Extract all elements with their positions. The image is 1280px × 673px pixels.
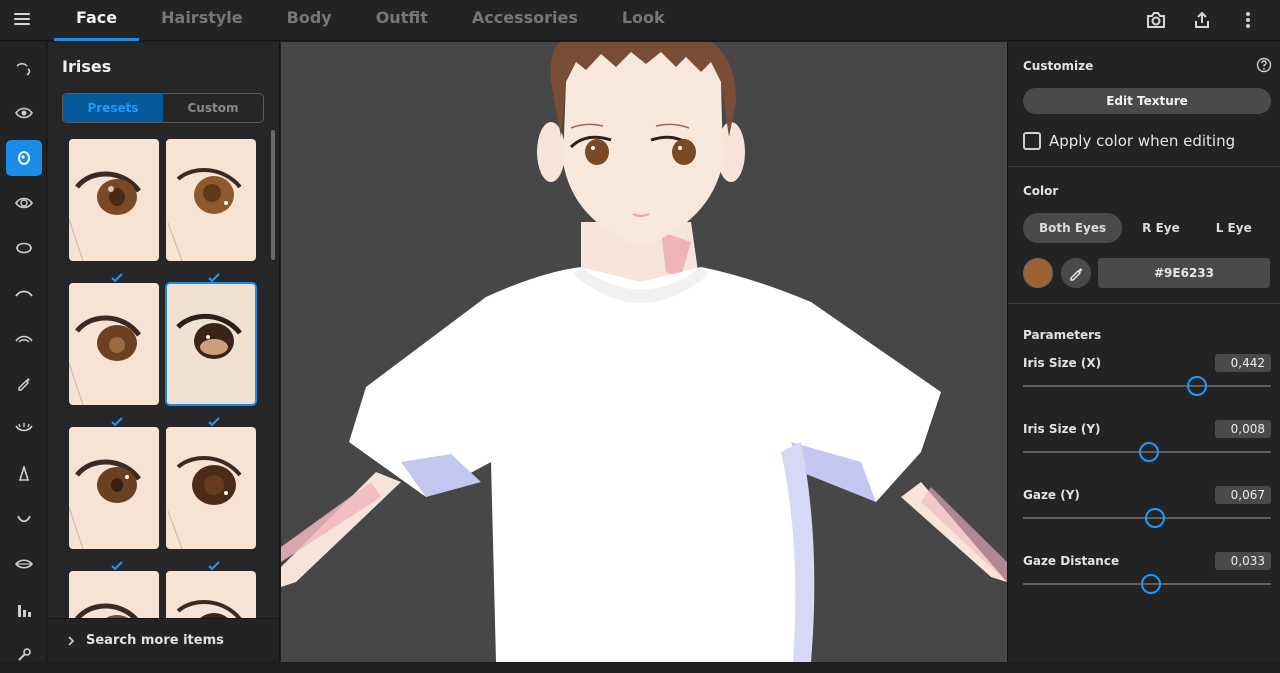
param-label: Gaze Distance bbox=[1023, 554, 1120, 568]
mouth-icon[interactable] bbox=[6, 501, 42, 537]
eyedropper-icon[interactable] bbox=[6, 365, 42, 401]
lower-lash-icon[interactable] bbox=[6, 410, 42, 446]
camera-icon[interactable] bbox=[1144, 8, 1168, 32]
l-eye-button[interactable]: L Eye bbox=[1200, 213, 1268, 243]
checkmark-icon bbox=[208, 556, 220, 571]
avatar-render bbox=[281, 42, 1007, 662]
apply-color-label: Apply color when editing bbox=[1049, 132, 1236, 150]
both-eyes-button[interactable]: Both Eyes bbox=[1023, 213, 1123, 243]
checkmark-icon bbox=[111, 556, 123, 571]
checkmark-icon bbox=[208, 268, 220, 283]
checkmark-icon bbox=[208, 412, 220, 427]
tab-outfit[interactable]: Outfit bbox=[354, 0, 450, 41]
tab-hairstyle[interactable]: Hairstyle bbox=[139, 0, 265, 41]
brow-icon[interactable] bbox=[6, 51, 42, 87]
param-value-field[interactable]: 0,008 bbox=[1215, 420, 1271, 438]
checkmark-icon bbox=[111, 268, 123, 283]
iris-preset-item[interactable] bbox=[166, 427, 256, 549]
iris-preset-item[interactable] bbox=[69, 283, 159, 405]
category-rail bbox=[0, 42, 47, 662]
eye-white-icon[interactable] bbox=[6, 230, 42, 266]
nose-icon[interactable] bbox=[6, 456, 42, 492]
slider-thumb[interactable] bbox=[1138, 442, 1159, 462]
top-bar: Face Hairstyle Body Outfit Accessories L… bbox=[0, 0, 1280, 41]
divider bbox=[1008, 303, 1280, 304]
parameters-title: Parameters bbox=[1023, 328, 1102, 342]
more-vert-icon[interactable] bbox=[1236, 8, 1260, 32]
iris-size-x-slider[interactable] bbox=[1023, 374, 1271, 398]
eye-highlight-icon[interactable] bbox=[6, 185, 42, 221]
tab-body[interactable]: Body bbox=[265, 0, 354, 41]
param-label: Iris Size (Y) bbox=[1023, 422, 1101, 436]
checkbox-box[interactable] bbox=[1023, 132, 1041, 150]
gaze-y-slider[interactable] bbox=[1023, 506, 1271, 530]
wrench-icon[interactable] bbox=[6, 637, 42, 673]
eyeline-icon[interactable] bbox=[6, 275, 42, 311]
avatar-viewport[interactable] bbox=[281, 42, 1007, 662]
color-hex-field[interactable]: #9E6233 bbox=[1098, 258, 1270, 288]
slider-thumb[interactable] bbox=[1186, 376, 1207, 396]
panel-title: Irises bbox=[62, 57, 112, 76]
help-icon[interactable] bbox=[1256, 57, 1272, 73]
eye-icon[interactable] bbox=[6, 95, 42, 131]
color-title: Color bbox=[1023, 184, 1059, 198]
iris-preset-item-selected[interactable] bbox=[165, 282, 257, 406]
iris-size-y-slider[interactable] bbox=[1023, 440, 1271, 464]
main-tabs: Face Hairstyle Body Outfit Accessories L… bbox=[54, 0, 687, 41]
r-eye-button[interactable]: R Eye bbox=[1126, 213, 1196, 243]
gaze-distance-slider[interactable] bbox=[1023, 572, 1271, 596]
param-label: Gaze (Y) bbox=[1023, 488, 1080, 502]
checkmark-icon bbox=[111, 412, 123, 427]
edit-texture-button[interactable]: Edit Texture bbox=[1023, 88, 1271, 114]
customize-panel: Customize Edit Texture Apply color when … bbox=[1007, 42, 1280, 662]
slider-track bbox=[1023, 385, 1271, 387]
slider-thumb[interactable] bbox=[1145, 508, 1166, 528]
customize-title: Customize bbox=[1023, 59, 1094, 73]
tab-face[interactable]: Face bbox=[54, 0, 140, 41]
iris-preset-item[interactable] bbox=[166, 571, 256, 619]
preset-custom-toggle: Presets Custom bbox=[62, 93, 264, 123]
custom-tab[interactable]: Custom bbox=[163, 94, 263, 122]
param-value-field[interactable]: 0,033 bbox=[1215, 552, 1271, 570]
search-more-label: Search more items bbox=[86, 633, 224, 648]
tab-look[interactable]: Look bbox=[600, 0, 687, 41]
share-icon[interactable] bbox=[1190, 8, 1214, 32]
presets-tab[interactable]: Presets bbox=[63, 94, 163, 122]
hamburger-menu-icon[interactable] bbox=[14, 10, 40, 30]
eyelash-icon[interactable] bbox=[6, 320, 42, 356]
tab-accessories[interactable]: Accessories bbox=[450, 0, 600, 41]
eyedropper-icon[interactable] bbox=[1061, 258, 1091, 288]
iris-preset-item[interactable] bbox=[166, 139, 256, 261]
iris-preset-grid bbox=[69, 139, 261, 619]
iris-icon[interactable] bbox=[6, 140, 42, 176]
search-more-items-button[interactable]: Search more items bbox=[48, 618, 279, 662]
slider-thumb[interactable] bbox=[1140, 574, 1161, 594]
eye-selector: Both Eyes R Eye L Eye bbox=[1023, 213, 1268, 243]
param-value-field[interactable]: 0,067 bbox=[1215, 486, 1271, 504]
param-value-field[interactable]: 0,442 bbox=[1215, 354, 1271, 372]
presets-panel: Irises Presets Custom Search more items bbox=[48, 42, 280, 662]
divider bbox=[1008, 166, 1280, 167]
param-label: Iris Size (X) bbox=[1023, 356, 1102, 370]
iris-preset-item[interactable] bbox=[69, 571, 159, 619]
color-swatch[interactable] bbox=[1023, 258, 1053, 288]
lip-icon[interactable] bbox=[6, 546, 42, 582]
iris-preset-item[interactable] bbox=[69, 427, 159, 549]
chevron-right-icon bbox=[68, 635, 75, 646]
preset-scrollbar[interactable] bbox=[271, 130, 275, 260]
bar-chart-icon[interactable] bbox=[6, 592, 42, 628]
top-actions bbox=[1144, 8, 1260, 32]
iris-preset-item[interactable] bbox=[69, 139, 159, 261]
apply-color-checkbox[interactable]: Apply color when editing bbox=[1023, 132, 1235, 150]
